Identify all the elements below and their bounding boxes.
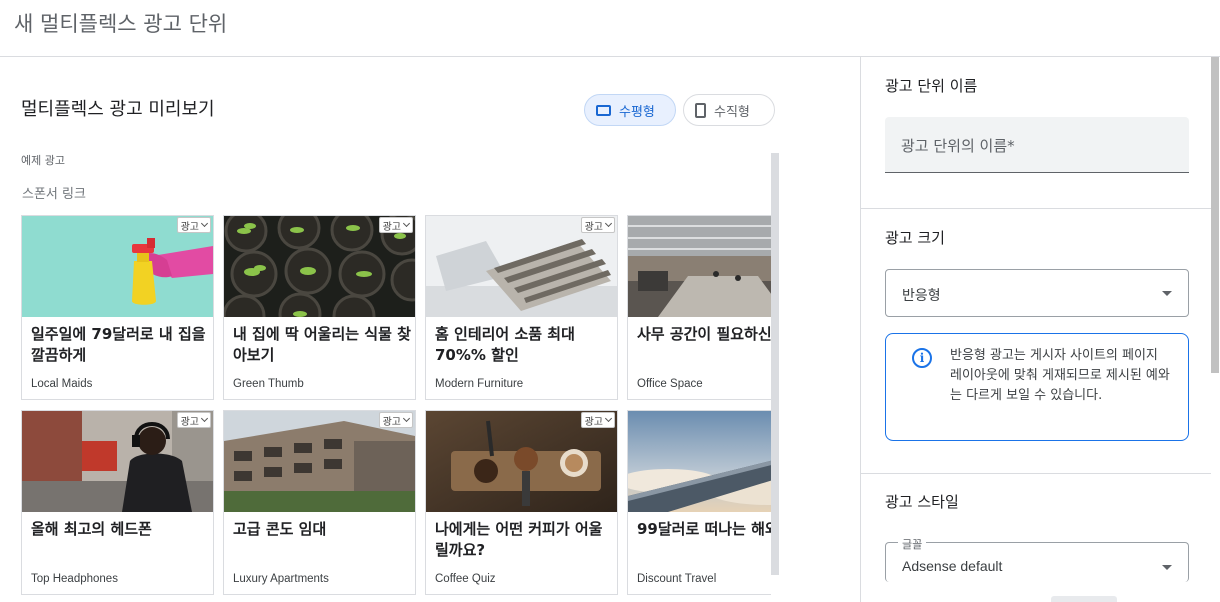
ad-card[interactable]: 광고 고급 콘도 임대 Luxury Apartments [223,410,416,595]
ad-card-brand: Discount Travel [637,573,717,585]
ad-size-value: 반응형 [902,288,941,304]
ad-card-title: 일주일에 79달러로 내 집을 깔끔하게 [31,325,206,364]
ad-size-select[interactable]: 반응형 [885,269,1189,317]
ad-card-title: 홈 인테리어 소품 최대 70%% 할인 [435,325,575,364]
ad-size-heading: 광고 크기 [885,229,945,247]
vertical-orientation-button[interactable]: 수직형 [683,94,775,126]
sponsored-links-label: 스폰서 링크 [22,187,86,202]
condo-building-image: 광고 [224,411,415,512]
example-ads-label: 예제 광고 [21,154,65,167]
ad-card-title: 99달러로 떠나는 해외 여행 [637,520,771,538]
ad-badge[interactable]: 광고 [378,217,413,233]
top-bar: 새 멀티플렉스 광고 단위 [0,0,1220,57]
dropdown-arrow-icon [1162,291,1172,296]
ad-card-title: 사무 공간이 필요하신가요? [637,325,771,343]
font-label: 글꼴 [898,536,927,552]
ad-card-title: 고급 콘도 임대 [233,520,327,538]
ad-card[interactable]: 99달러로 떠나는 해외 여행 Discount Travel [627,410,771,595]
vertical-orientation-label: 수직형 [714,104,750,120]
ad-card-title: 올해 최고의 헤드폰 [31,520,152,538]
ad-card[interactable]: 사무 공간이 필요하신가요? Office Space [627,215,771,400]
chevron-down-icon [402,219,411,228]
horizontal-orientation-label: 수평형 [619,104,655,120]
chevron-down-icon [402,414,411,423]
ad-style-heading: 광고 스타일 [885,493,959,511]
chevron-down-icon [200,219,209,228]
open-office-image [628,216,771,317]
coffee-beans-image: 광고 [426,411,617,512]
preview-scrollbar[interactable] [771,153,779,575]
seedling-pots-image: 광고 [224,216,415,317]
airplane-wing-image [628,411,771,512]
ad-card-brand: Office Space [637,378,703,390]
font-value: Adsense default [902,558,1003,574]
man-headphones-image: 광고 [22,411,213,512]
spray-bottle-image: 광고 [22,216,213,317]
ad-badge[interactable]: 광고 [378,412,413,428]
info-icon: i [912,348,932,368]
ad-card[interactable]: 광고 나에게는 어떤 커피가 어울릴까요? Coffee Quiz [425,410,618,595]
responsive-info-box: i 반응형 광고는 게시자 사이트의 페이지 레이아웃에 맞춰 게재되므로 제시… [885,333,1189,441]
preview-title: 멀티플렉스 광고 미리보기 [21,99,215,120]
responsive-info-text: 반응형 광고는 게시자 사이트의 페이지 레이아웃에 맞춰 게재되므로 제시된 … [950,348,1170,403]
page-title: 새 멀티플렉스 광고 단위 [14,12,228,36]
striped-pillows-image: 광고 [426,216,617,317]
ad-card-brand: Green Thumb [233,378,304,390]
preview-pane: 멀티플렉스 광고 미리보기 수평형 수직형 예제 광고 스폰서 링크 광고 일주… [0,57,860,602]
settings-panel: 광고 단위 이름 광고 단위의 이름* 광고 크기 반응형 i 반응형 광고는 … [860,57,1220,602]
section-divider [861,208,1211,209]
vertical-layout-icon [695,102,706,118]
ad-card[interactable]: 광고 내 집에 딱 어울리는 식물 찾아보기 Green Thumb [223,215,416,400]
ad-unit-name-input[interactable]: 광고 단위의 이름* [885,117,1189,173]
ad-card-brand: Luxury Apartments [233,573,329,585]
settings-scrollbar[interactable] [1211,57,1219,373]
ad-badge[interactable]: 광고 [580,217,615,233]
ad-unit-name-placeholder: 광고 단위의 이름* [901,137,1015,155]
chevron-down-icon [200,414,209,423]
ad-card-brand: Local Maids [31,378,93,390]
partial-control [1051,596,1117,602]
ad-card[interactable]: 광고 일주일에 79달러로 내 집을 깔끔하게 Local Maids [21,215,214,400]
ad-badge[interactable]: 광고 [176,412,211,428]
ad-card-title: 나에게는 어떤 커피가 어울릴까요? [435,520,603,559]
ad-badge[interactable]: 광고 [176,217,211,233]
horizontal-layout-icon [596,104,611,116]
ad-badge[interactable]: 광고 [580,412,615,428]
horizontal-orientation-button[interactable]: 수평형 [584,94,676,126]
chevron-down-icon [604,219,613,228]
ad-card[interactable]: 광고 홈 인테리어 소품 최대 70%% 할인 Modern Furniture [425,215,618,400]
font-select[interactable]: 글꼴 Adsense default [885,536,1189,582]
dropdown-arrow-icon [1162,565,1172,570]
chevron-down-icon [604,414,613,423]
ad-card-brand: Top Headphones [31,573,118,585]
ad-card-brand: Modern Furniture [435,378,524,390]
ad-card-title: 내 집에 딱 어울리는 식물 찾아보기 [233,325,411,364]
section-divider [861,473,1211,474]
ad-card-brand: Coffee Quiz [435,573,496,585]
ad-grid: 광고 일주일에 79달러로 내 집을 깔끔하게 Local Maids 광고 내… [21,215,771,602]
ad-unit-name-heading: 광고 단위 이름 [885,77,978,95]
ad-card[interactable]: 광고 올해 최고의 헤드폰 Top Headphones [21,410,214,595]
